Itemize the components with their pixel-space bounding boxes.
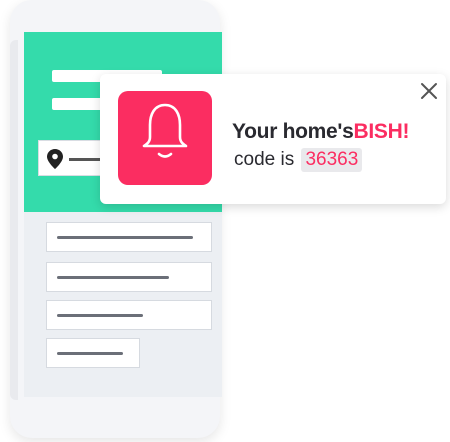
list-item[interactable] (46, 300, 212, 330)
notification-code-line: code is 36363 (234, 148, 363, 172)
code-label: code is (234, 149, 295, 170)
bell-icon (142, 103, 188, 158)
phone-side (10, 40, 18, 400)
list-item[interactable] (46, 338, 140, 368)
message-prefix: Your home's (232, 120, 354, 143)
list-item[interactable] (46, 262, 212, 292)
verification-code: 36363 (301, 148, 363, 172)
notification-message: Your home'sBISH! (232, 120, 409, 144)
phone-mockup (10, 0, 222, 438)
list-item[interactable] (46, 222, 212, 252)
brand-name: BISH! (353, 120, 410, 143)
close-icon (421, 83, 437, 99)
location-pin-icon (47, 149, 63, 169)
notification-bell-tile (118, 91, 212, 185)
close-button[interactable] (418, 80, 440, 102)
stage: Your home'sBISH! code is 36363 (0, 0, 450, 442)
